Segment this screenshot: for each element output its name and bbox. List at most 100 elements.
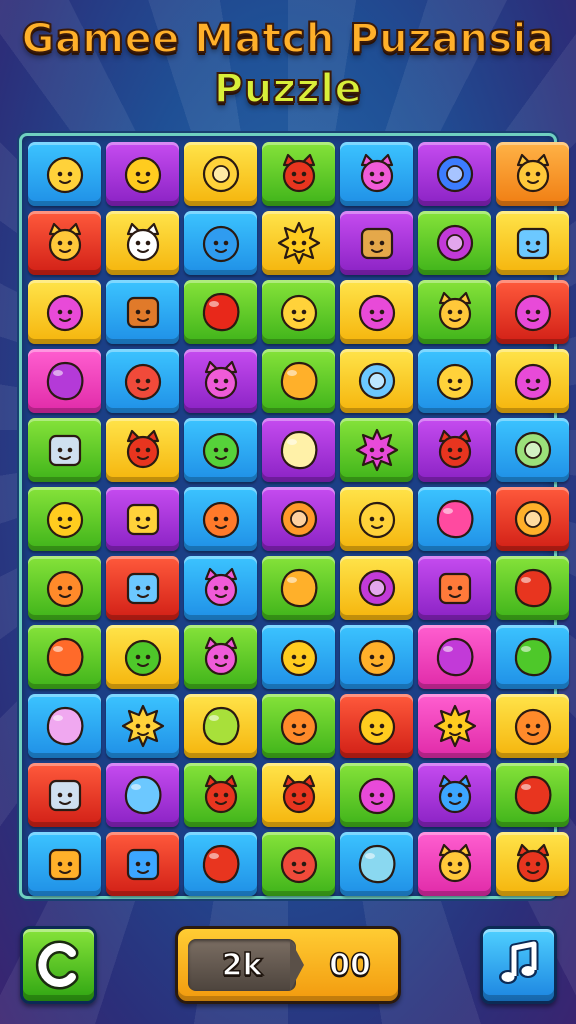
carrot-icon [46, 637, 83, 677]
board-tile[interactable] [418, 832, 491, 896]
restart-button[interactable] [20, 926, 97, 1004]
board-tile[interactable] [184, 211, 257, 275]
board-tile[interactable] [184, 280, 257, 344]
board-tile[interactable] [496, 487, 569, 551]
blob-red-icon [280, 846, 317, 884]
board-tile[interactable] [262, 763, 335, 827]
board-tile[interactable] [496, 142, 569, 206]
board-tile[interactable] [496, 832, 569, 896]
hero-icon [46, 156, 83, 194]
cat-yellow-icon [516, 153, 549, 193]
board-tile[interactable] [106, 349, 179, 413]
board-tile[interactable] [28, 832, 101, 896]
board-tile[interactable] [496, 418, 569, 482]
board-tile[interactable] [262, 832, 335, 896]
board-tile[interactable] [28, 625, 101, 689]
board-tile[interactable] [184, 418, 257, 482]
button-icon [358, 362, 395, 400]
board-tile[interactable] [418, 418, 491, 482]
board-tile[interactable] [418, 487, 491, 551]
board-tile[interactable] [340, 763, 413, 827]
board-tile[interactable] [28, 349, 101, 413]
face-orange-icon [514, 708, 551, 746]
board-tile[interactable] [184, 694, 257, 758]
board-tile[interactable] [418, 694, 491, 758]
board-tile[interactable] [106, 763, 179, 827]
score-arrow [290, 939, 304, 991]
board-tile[interactable] [418, 763, 491, 827]
board-tile[interactable] [496, 556, 569, 620]
board-tile[interactable] [340, 211, 413, 275]
board-tile[interactable] [496, 349, 569, 413]
board-tile[interactable] [106, 211, 179, 275]
board-tile[interactable] [262, 349, 335, 413]
board-tile[interactable] [106, 280, 179, 344]
board-tile[interactable] [340, 556, 413, 620]
chick-icon [280, 639, 317, 677]
board-tile[interactable] [496, 280, 569, 344]
board-tile[interactable] [184, 349, 257, 413]
board-tile[interactable] [340, 832, 413, 896]
board-tile[interactable] [418, 211, 491, 275]
board-tile[interactable] [106, 487, 179, 551]
board-tile[interactable] [418, 349, 491, 413]
board-tile[interactable] [184, 556, 257, 620]
board-tile[interactable] [262, 280, 335, 344]
game-subtitle: Puzzle [213, 65, 363, 113]
board-tile[interactable] [184, 832, 257, 896]
orb-icon [436, 155, 473, 193]
board-tile[interactable] [28, 694, 101, 758]
cat-white-icon [126, 222, 159, 262]
lantern-icon [48, 848, 81, 881]
board-tile[interactable] [340, 694, 413, 758]
board-tile[interactable] [28, 418, 101, 482]
board-tile[interactable] [340, 625, 413, 689]
board-tile[interactable] [106, 142, 179, 206]
board-tile[interactable] [262, 142, 335, 206]
board-tile[interactable] [184, 142, 257, 206]
board-tile[interactable] [340, 280, 413, 344]
board-tile[interactable] [106, 625, 179, 689]
board-tile[interactable] [496, 763, 569, 827]
board-tile[interactable] [418, 625, 491, 689]
board-tile[interactable] [340, 487, 413, 551]
board-tile[interactable] [184, 487, 257, 551]
board-tile[interactable] [262, 625, 335, 689]
board-tile[interactable] [418, 142, 491, 206]
wand-icon [46, 706, 83, 746]
board-tile[interactable] [184, 763, 257, 827]
board-tile[interactable] [262, 487, 335, 551]
board-tile[interactable] [340, 349, 413, 413]
board-tile[interactable] [28, 142, 101, 206]
board-tile[interactable] [262, 694, 335, 758]
board-tile[interactable] [496, 211, 569, 275]
board-tile[interactable] [262, 556, 335, 620]
board-tile[interactable] [106, 418, 179, 482]
board-tile[interactable] [106, 832, 179, 896]
face-green-icon [124, 639, 161, 677]
board-tile[interactable] [418, 556, 491, 620]
board-tile[interactable] [262, 211, 335, 275]
board-tile[interactable] [28, 487, 101, 551]
board-tile[interactable] [106, 556, 179, 620]
bag-icon [48, 779, 81, 812]
board-tile[interactable] [262, 418, 335, 482]
cat-red-icon [282, 774, 315, 814]
board-tile[interactable] [28, 763, 101, 827]
board-tile[interactable] [496, 694, 569, 758]
score-panel: 2k 00 [175, 926, 401, 1004]
board-tile[interactable] [496, 625, 569, 689]
board-tile[interactable] [28, 280, 101, 344]
board-tile[interactable] [418, 280, 491, 344]
board-tile[interactable] [106, 694, 179, 758]
music-button[interactable] [480, 926, 557, 1004]
board-tile[interactable] [28, 556, 101, 620]
cat-pink-icon [204, 636, 237, 676]
board-tile[interactable] [184, 625, 257, 689]
board-tile[interactable] [340, 142, 413, 206]
sun-icon [277, 221, 320, 265]
blob-pink-icon [514, 363, 551, 401]
board-tile[interactable] [28, 211, 101, 275]
star-pink-icon [355, 428, 398, 472]
board-tile[interactable] [340, 418, 413, 482]
